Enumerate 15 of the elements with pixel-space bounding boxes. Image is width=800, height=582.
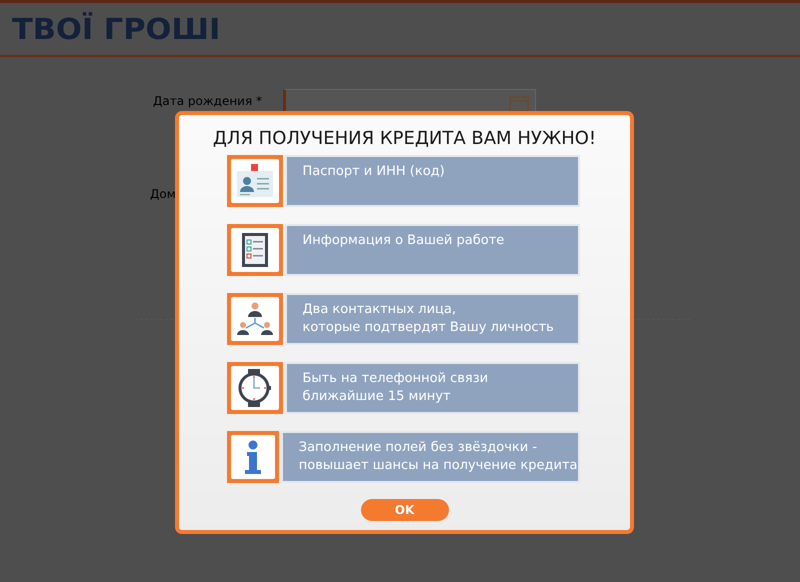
field-label: Дата рождения * <box>152 94 262 108</box>
calendar-icon <box>509 94 529 112</box>
requirement-text: Паспорт и ИНН (код) <box>284 155 580 207</box>
modal-title: ДЛЯ ПОЛУЧЕНИЯ КРЕДИТА ВАМ НУЖНО! <box>212 128 596 149</box>
people-network-icon <box>236 302 272 336</box>
field-label: Дом <box>150 187 176 201</box>
requirement-text: Два контактных лица, которые подтвердят Вашу личность <box>284 293 580 345</box>
requirement-text: Быть на телефонной связи ближайшие 15 минут <box>284 362 580 414</box>
id-card-icon <box>234 164 274 198</box>
checklist-icon <box>240 232 268 268</box>
ok-button[interactable]: OK <box>360 499 448 521</box>
info-icon <box>244 440 262 474</box>
requirement-text: Заполнение полей без звёздочки - повышает шансы на получение кредита <box>280 431 580 483</box>
logo[interactable]: ТВОЇ ГРОШІ <box>12 12 220 46</box>
requirement-text: Информация о Вашей работе <box>284 224 580 276</box>
